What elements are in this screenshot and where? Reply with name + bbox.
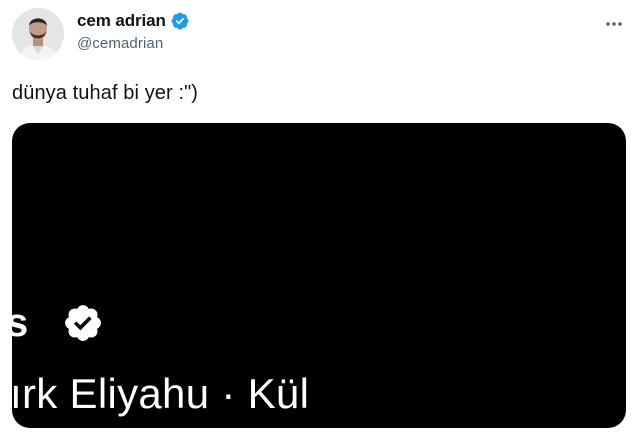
tweet-card: cem adrian @cemadrian dünya tuhaf bi yer… [0,0,640,434]
user-info: cem adrian @cemadrian [77,10,190,52]
tweet-media[interactable]: s ırk Eliyahu · Kül [12,123,626,428]
avatar[interactable] [12,8,64,60]
display-name[interactable]: cem adrian [77,11,166,31]
user-handle[interactable]: @cemadrian [77,35,190,52]
more-options-icon[interactable] [602,12,626,36]
verified-badge-icon [170,11,190,31]
media-caption: ırk Eliyahu · Kül [12,370,310,417]
media-partial-name: s [12,301,29,345]
tweet-text: dünya tuhaf bi yer :") [12,82,199,104]
name-row: cem adrian [77,10,190,32]
media-verified-badge-icon [62,302,104,344]
